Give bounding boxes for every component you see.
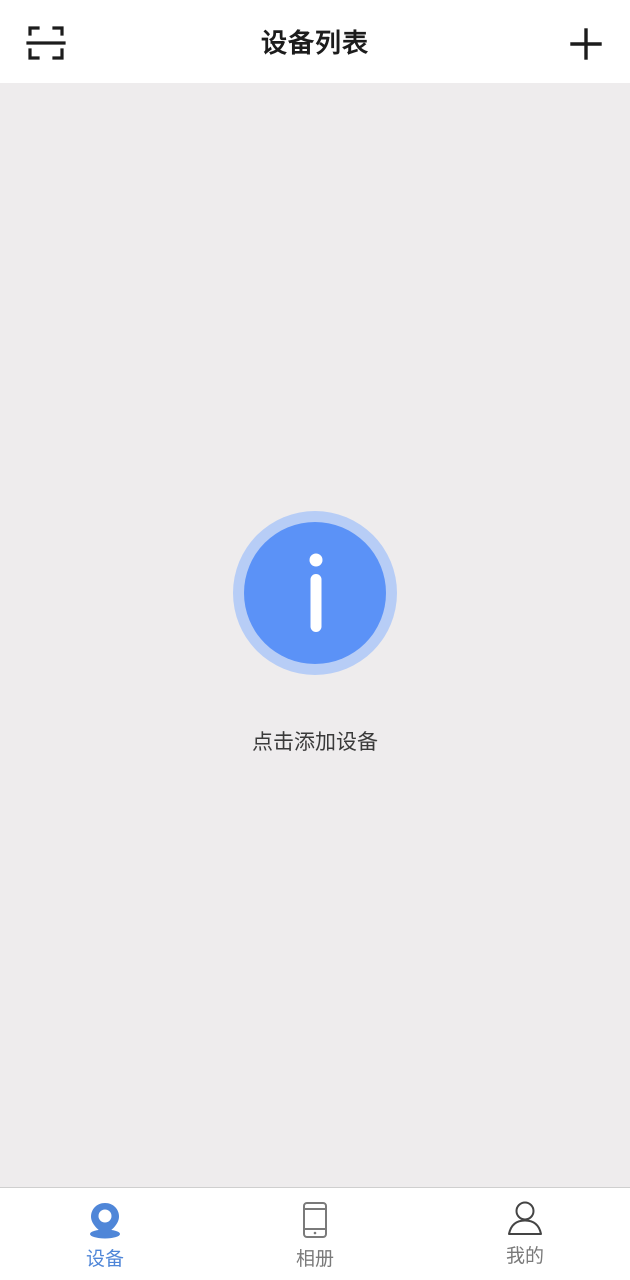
user-icon bbox=[508, 1201, 542, 1235]
add-device-prompt-button[interactable] bbox=[232, 510, 398, 676]
empty-state-message[interactable]: 点击添加设备 bbox=[0, 727, 630, 757]
page-title: 设备列表 bbox=[260, 29, 369, 59]
empty-device-list: 点击添加设备 bbox=[0, 83, 630, 1187]
tab-album[interactable]: 相册 bbox=[210, 1188, 420, 1280]
top-bar: 设备列表 bbox=[0, 0, 630, 83]
tab-label: 我的 bbox=[505, 1245, 544, 1267]
tab-label: 设备 bbox=[85, 1248, 124, 1270]
tab-devices[interactable]: 设备 bbox=[0, 1188, 210, 1280]
plus-icon bbox=[570, 28, 602, 60]
app-screen: 设备列表 点击添加设备 设备 相册 我的 bbox=[0, 0, 630, 1280]
tab-profile[interactable]: 我的 bbox=[420, 1188, 630, 1280]
info-icon bbox=[233, 511, 397, 675]
bottom-tab-bar: 设备 相册 我的 bbox=[0, 1187, 630, 1280]
tablet-icon bbox=[303, 1202, 327, 1238]
add-device-button[interactable] bbox=[562, 20, 610, 68]
location-pin-icon bbox=[90, 1203, 120, 1239]
tab-label: 相册 bbox=[295, 1248, 334, 1270]
